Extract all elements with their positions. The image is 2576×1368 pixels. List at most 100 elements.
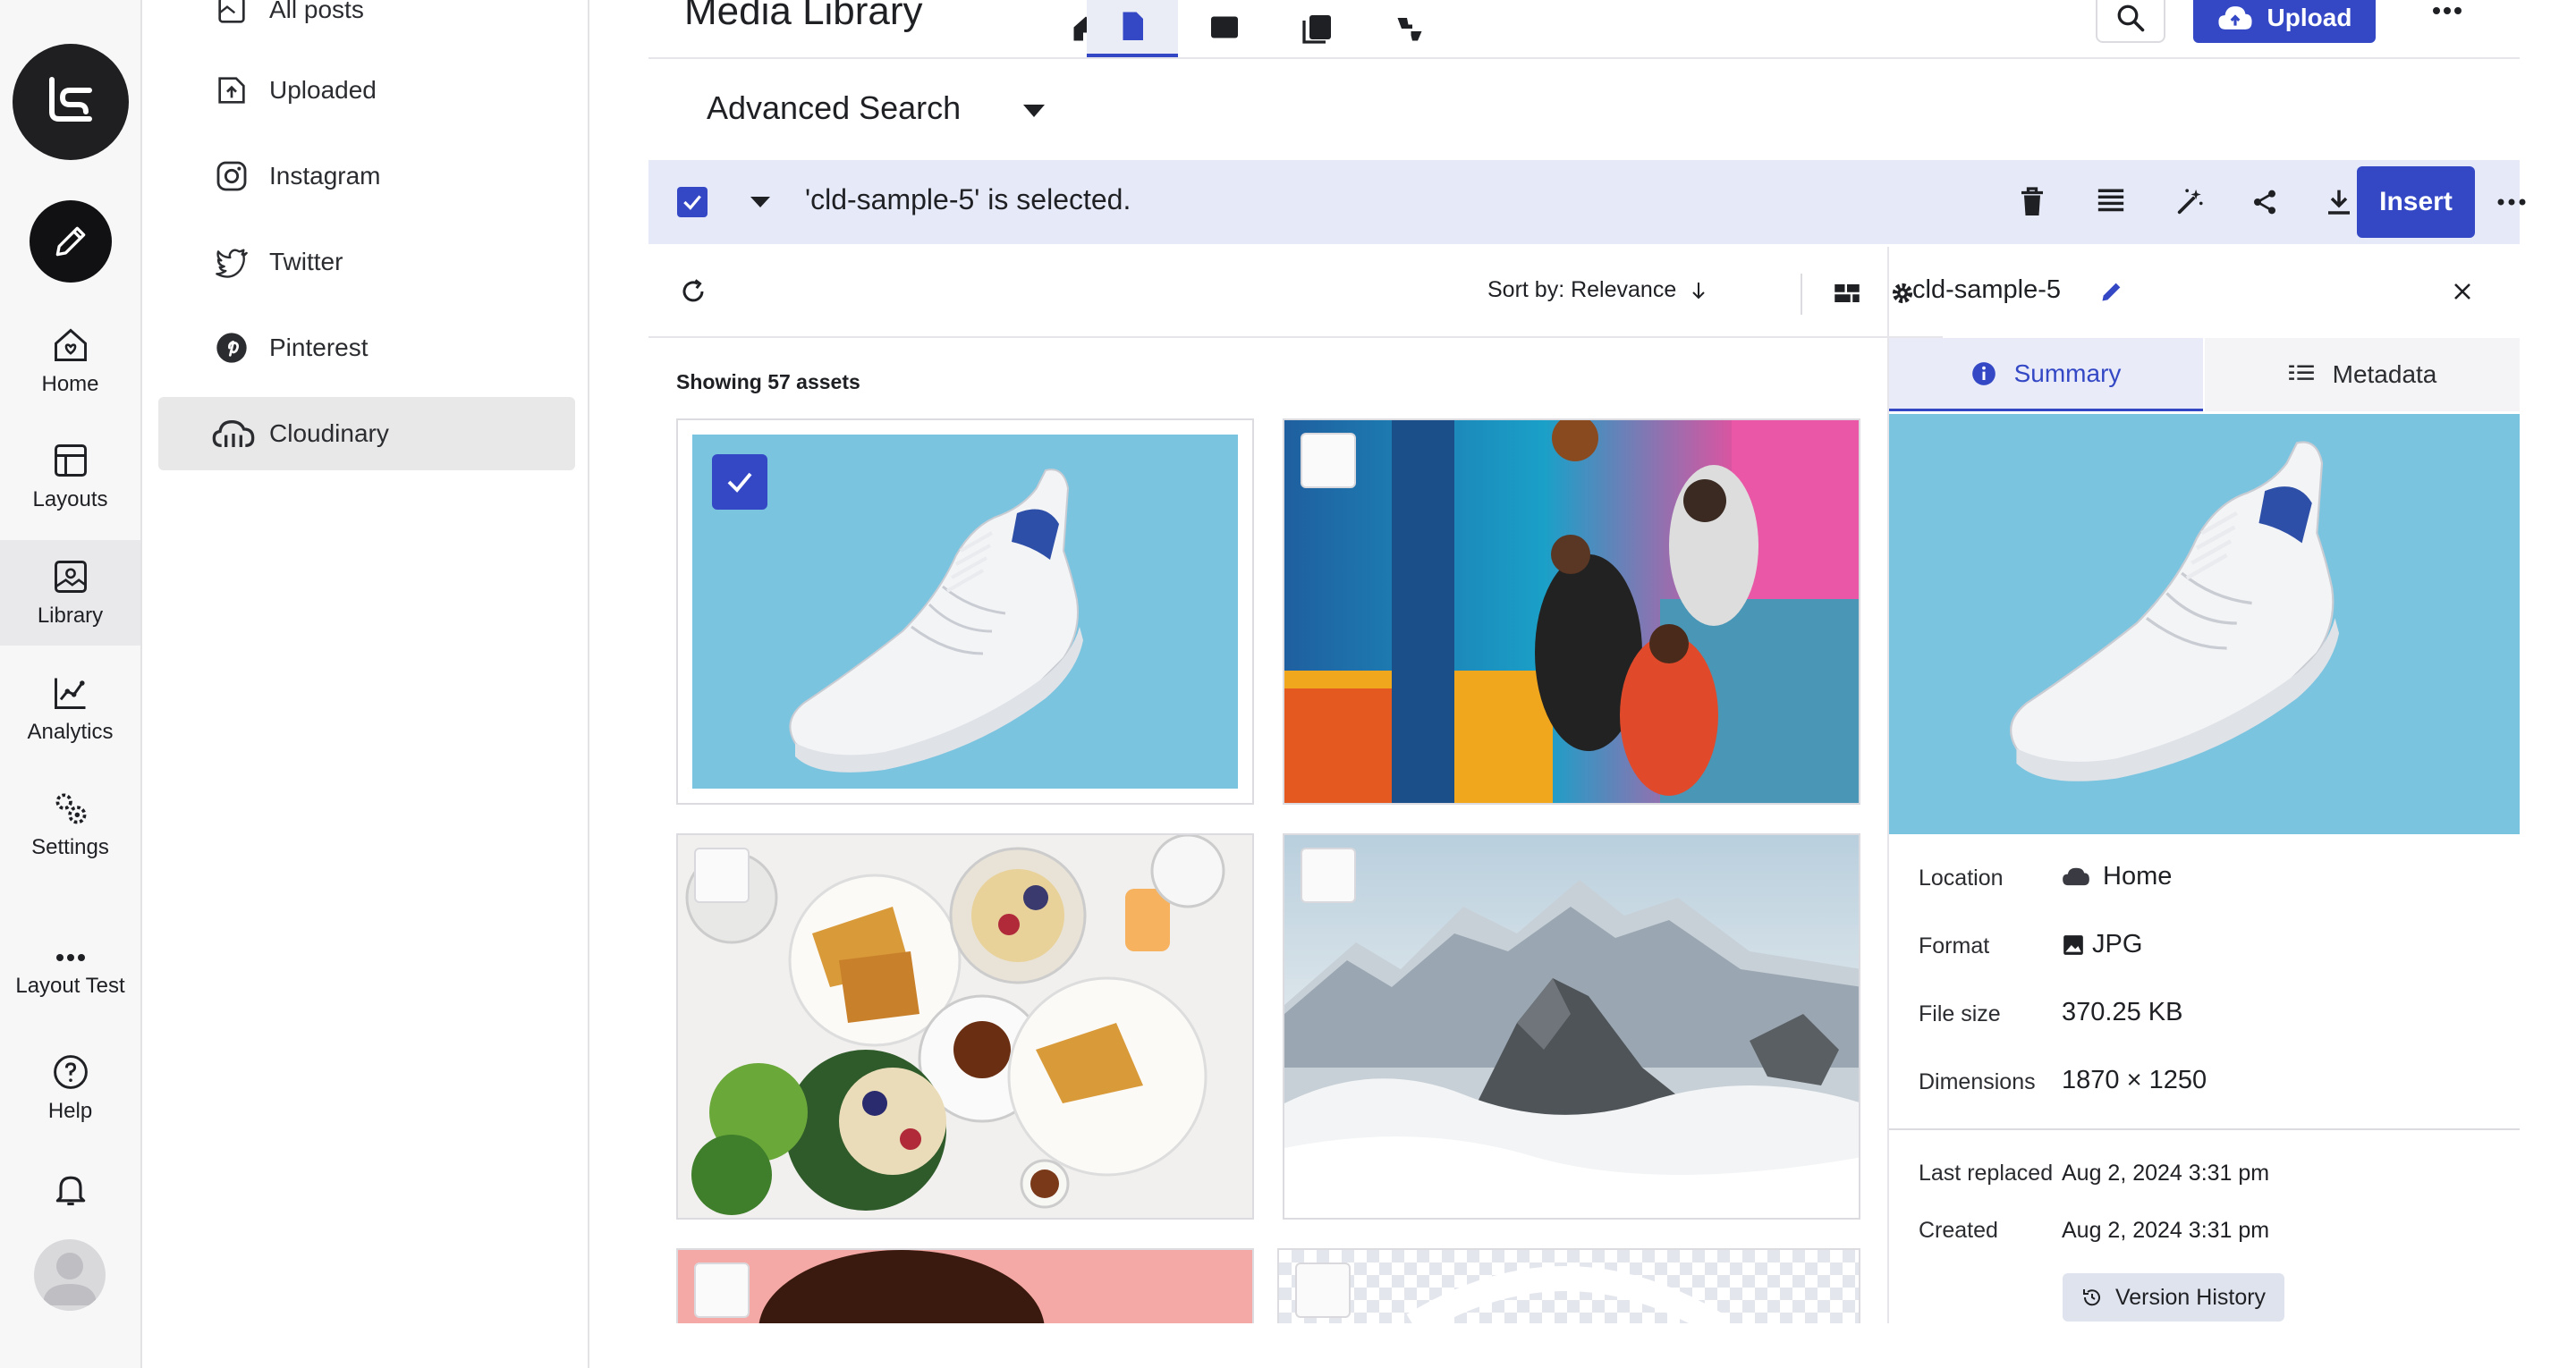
tab-folders[interactable] [1179, 0, 1270, 57]
list-view-button[interactable] [2090, 182, 2131, 223]
refresh-button[interactable] [675, 274, 711, 309]
rail-item-analytics[interactable]: Analytics [0, 656, 140, 762]
close-icon [2454, 283, 2470, 300]
trash-icon [2021, 187, 2043, 215]
asset-card-basketball[interactable] [1283, 418, 1860, 805]
magic-wand-icon [2177, 189, 2203, 215]
tab-moderation[interactable] [1364, 0, 1455, 57]
close-detail-button[interactable] [2446, 275, 2479, 308]
insert-button[interactable]: Insert [2357, 166, 2475, 238]
cloud-icon [2063, 867, 2089, 885]
format-value: JPG [2092, 930, 2143, 958]
media-library-main: Media Library Upload Advanced Search 'cl… [591, 0, 2576, 1368]
rail-item-help[interactable]: Help [0, 1035, 140, 1141]
tab-collections[interactable] [1272, 0, 1363, 57]
source-item-cloudinary[interactable]: Cloudinary [158, 397, 575, 470]
tab-summary[interactable]: Summary [1889, 338, 2203, 411]
share-button[interactable] [2244, 182, 2285, 223]
asset-checkbox-portrait[interactable] [694, 1262, 750, 1318]
rail-label-layouts: Layouts [32, 487, 108, 511]
rail-item-library[interactable]: Library [0, 540, 140, 646]
rail-label-layout-test: Layout Test [15, 974, 125, 998]
more-horizontal-icon [2433, 7, 2462, 14]
info-icon [1971, 361, 1996, 385]
brand-logo[interactable] [13, 44, 129, 160]
more-dots-icon [55, 954, 85, 961]
sort-dropdown[interactable]: Sort by: Relevance [1487, 277, 1708, 303]
rail-label-help: Help [47, 1099, 93, 1123]
source-item-uploaded[interactable]: Uploaded [158, 54, 575, 127]
selection-menu-caret[interactable] [749, 192, 772, 212]
asset-checkbox-breakfast[interactable] [694, 848, 750, 903]
rail-label-library: Library [37, 604, 104, 628]
asset-card-transparent[interactable] [1277, 1248, 1860, 1323]
tab-summary-label: Summary [2013, 359, 2122, 387]
detail-value-file-size: 370.25 KB [2062, 998, 2183, 1026]
source-item-instagram[interactable]: Instagram [158, 139, 575, 213]
rail-item-layouts[interactable]: Layouts [0, 424, 140, 529]
rail-item-settings[interactable]: Settings [0, 772, 140, 877]
detail-label-location: Location [1919, 866, 2004, 891]
list-icon [2097, 189, 2124, 212]
share-icon [2254, 190, 2275, 215]
asset-checkbox-transparent[interactable] [1295, 1262, 1351, 1318]
all-posts-icon [214, 0, 250, 28]
asset-card-breakfast[interactable] [676, 833, 1254, 1220]
advanced-search-toggle[interactable]: Advanced Search [707, 89, 961, 127]
tab-metadata-label: Metadata [2332, 360, 2437, 388]
bell-icon [55, 1176, 85, 1206]
rail-item-home[interactable]: Home [0, 308, 140, 414]
source-label-instagram: Instagram [269, 162, 381, 190]
detail-value-location: Home [2062, 862, 2172, 891]
header-more-button[interactable] [2425, 0, 2470, 27]
chevron-down-icon[interactable] [1019, 100, 1049, 122]
delete-button[interactable] [2012, 182, 2053, 223]
twitter-icon [214, 244, 250, 280]
pinterest-icon [214, 330, 250, 366]
source-label-all-posts: All posts [269, 0, 364, 23]
rename-button[interactable] [2096, 275, 2128, 308]
source-item-twitter[interactable]: Twitter [158, 225, 575, 299]
asset-checkbox-shoe[interactable] [712, 454, 767, 510]
edit-magic-button[interactable] [2169, 182, 2210, 223]
notifications-button[interactable] [0, 1136, 140, 1243]
grid-view-button[interactable] [1829, 275, 1865, 311]
source-label-pinterest: Pinterest [269, 334, 369, 361]
source-label-uploaded: Uploaded [269, 76, 377, 104]
rail-label-analytics: Analytics [27, 720, 114, 744]
library-icon [54, 561, 87, 593]
detail-value-created: Aug 2, 2024 3:31 pm [2062, 1218, 2270, 1243]
detail-preview-image [1889, 414, 2520, 834]
select-all-checkbox[interactable] [677, 187, 708, 217]
asset-card-portrait[interactable] [676, 1248, 1254, 1323]
compose-button[interactable] [30, 200, 112, 283]
upload-button[interactable]: Upload [2193, 0, 2376, 43]
pencil-icon [55, 226, 86, 257]
asset-thumbnail-portrait [678, 1250, 1252, 1323]
avatar[interactable] [34, 1239, 106, 1311]
asset-card-shoe[interactable] [676, 418, 1254, 805]
source-item-pinterest[interactable]: Pinterest [158, 311, 575, 384]
version-history-button[interactable]: Version History [2063, 1273, 2284, 1322]
source-item-all-posts[interactable]: All posts [158, 0, 575, 46]
location-value: Home [2103, 862, 2173, 891]
tab-assets[interactable] [1087, 0, 1178, 57]
asset-thumbnail-mountain [1284, 835, 1859, 1218]
detail-value-last-replaced: Aug 2, 2024 3:31 pm [2062, 1161, 2270, 1186]
tab-metadata[interactable]: Metadata [2205, 338, 2520, 411]
source-label-cloudinary: Cloudinary [269, 419, 389, 447]
instagram-icon [214, 158, 250, 194]
download-button[interactable] [2318, 182, 2360, 223]
asset-thumbnail-shoe [692, 435, 1238, 789]
cloudinary-icon [212, 416, 255, 452]
rail-item-layout-test[interactable]: Layout Test [0, 921, 140, 1026]
analytics-icon [54, 678, 85, 709]
asset-checkbox-mountain[interactable] [1301, 848, 1356, 903]
rail-label-home: Home [41, 372, 99, 396]
pencil-icon [2102, 283, 2121, 301]
gear-icon [1892, 283, 1913, 304]
asset-checkbox-basketball[interactable] [1301, 433, 1356, 488]
selection-more-button[interactable] [2491, 182, 2532, 223]
asset-card-mountain[interactable] [1283, 833, 1860, 1220]
search-button[interactable] [2096, 0, 2165, 43]
